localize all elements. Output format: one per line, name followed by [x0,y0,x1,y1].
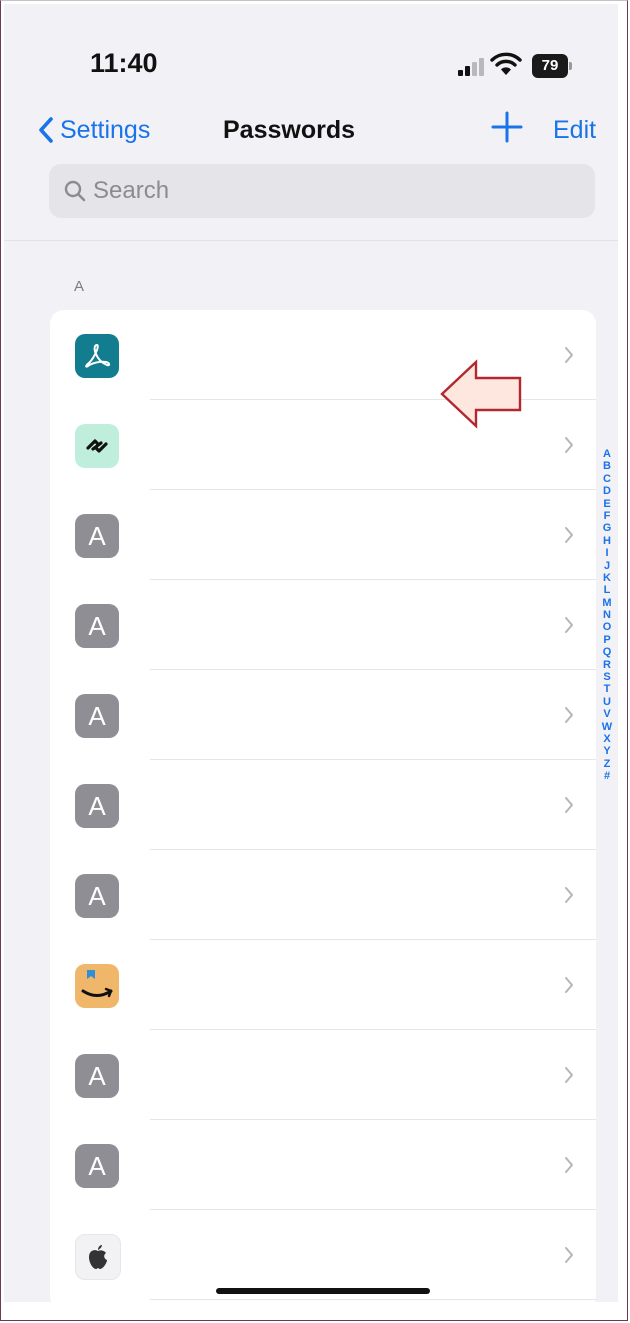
index-letter[interactable]: X [598,733,616,745]
index-letter[interactable]: S [598,671,616,683]
generic-letter-icon: A [75,514,119,558]
chevron-right-icon [565,437,573,453]
index-letter[interactable]: F [598,510,616,522]
password-list: A A A A A A A [50,310,596,1302]
chevron-right-icon [565,1157,573,1173]
generic-letter-icon: A [75,604,119,648]
cellular-signal-icon [458,56,486,76]
password-row[interactable]: A [50,1120,596,1210]
index-letter[interactable]: H [598,535,616,547]
index-letter[interactable]: Q [598,646,616,658]
generic-letter-icon: A [75,1054,119,1098]
battery-level: 79 [532,54,568,78]
chevron-right-icon [565,797,573,813]
apple-icon [75,1234,121,1280]
chevron-right-icon [565,617,573,633]
edit-button[interactable]: Edit [553,116,596,145]
generic-letter-icon: A [75,874,119,918]
generic-letter-icon: A [75,784,119,828]
link-icon [75,424,119,468]
password-row[interactable] [50,940,596,1030]
index-letter[interactable]: D [598,485,616,497]
password-row[interactable]: A [50,670,596,760]
index-letter[interactable]: C [598,473,616,485]
index-letter[interactable]: R [598,659,616,671]
wifi-icon [490,52,522,75]
index-letter[interactable]: J [598,560,616,572]
index-letter[interactable]: P [598,634,616,646]
battery-icon: 79 [532,54,574,78]
chevron-right-icon [565,1067,573,1083]
home-indicator [216,1288,430,1294]
index-letter[interactable]: O [598,621,616,633]
status-time: 11:40 [90,48,158,78]
index-letter[interactable]: Y [598,745,616,757]
chevron-right-icon [565,707,573,723]
index-letter[interactable]: N [598,609,616,621]
generic-letter-icon: A [75,694,119,738]
index-letter[interactable]: E [598,498,616,510]
header-divider [4,240,618,241]
search-field[interactable]: Search [49,164,595,218]
index-letter[interactable]: G [598,522,616,534]
index-letter[interactable]: L [598,584,616,596]
page-title: Passwords [222,116,355,144]
index-letter[interactable]: Z [598,758,616,770]
password-row[interactable]: A [50,850,596,940]
index-letter[interactable]: # [598,770,616,782]
password-row[interactable]: A [50,760,596,850]
index-letter[interactable]: M [598,597,616,609]
index-letter[interactable]: B [598,460,616,472]
index-letter[interactable]: V [598,708,616,720]
section-header-a: A [74,278,85,295]
chevron-right-icon [565,1247,573,1263]
index-letter[interactable]: I [598,547,616,559]
alphabet-index[interactable]: A B C D E F G H I J K L M N O P Q R S T U V W X Y Z # [598,448,616,783]
chevron-right-icon [565,887,573,903]
search-icon [64,180,86,202]
passwords-screen: 11:40 79 Settings Passwords Edit Search … [4,4,618,1302]
index-letter[interactable]: A [598,448,616,460]
generic-letter-icon: A [75,1144,119,1188]
index-letter[interactable]: T [598,683,616,695]
acrobat-icon [75,334,119,378]
annotation-arrow-icon [440,359,522,429]
index-letter[interactable]: K [598,572,616,584]
index-letter[interactable]: W [598,721,616,733]
password-row[interactable]: A [50,580,596,670]
search-placeholder: Search [93,177,170,204]
index-letter[interactable]: U [598,696,616,708]
password-row[interactable]: A [50,490,596,580]
password-row[interactable] [50,1210,596,1300]
password-row[interactable]: A [50,1030,596,1120]
amazon-icon [75,964,119,1008]
chevron-right-icon [565,527,573,543]
chevron-right-icon [565,977,573,993]
add-password-button[interactable] [490,110,524,144]
chevron-right-icon [565,347,573,363]
